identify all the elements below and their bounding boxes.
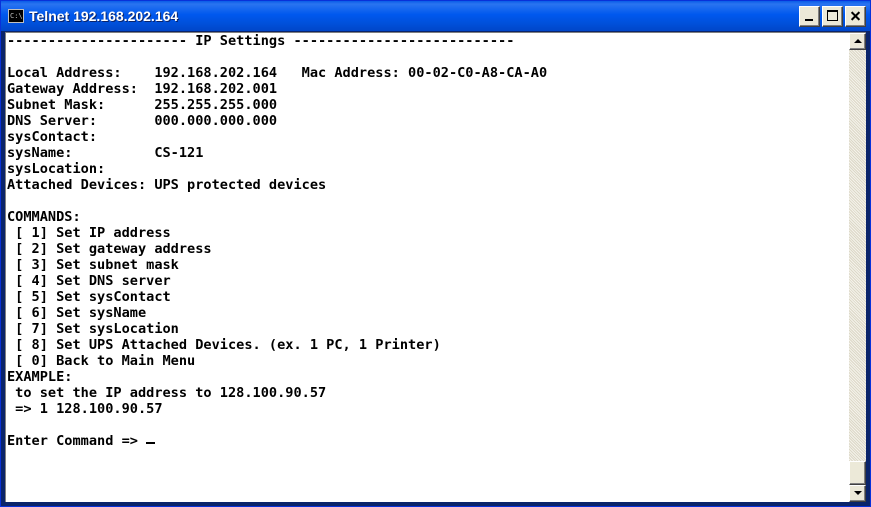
telnet-window: C:\ Telnet 192.168.202.164 -------------… <box>0 0 871 507</box>
terminal-line: Subnet Mask: 255.255.255.000 <box>7 97 278 113</box>
text-cursor <box>146 442 156 444</box>
arrow-down-icon <box>854 491 862 495</box>
close-button[interactable] <box>845 6 866 27</box>
terminal-line: to set the IP address to 128.100.90.57 <box>7 385 327 401</box>
terminal-line: => 1 128.100.90.57 <box>7 401 163 417</box>
terminal-line: sysContact: <box>7 129 98 145</box>
terminal-line: Local Address: 192.168.202.164 Mac Addre… <box>7 65 548 81</box>
terminal-line: [ 7] Set sysLocation <box>7 321 179 337</box>
minimize-icon <box>805 19 813 21</box>
minimize-button[interactable] <box>799 6 820 27</box>
terminal-line: [ 3] Set subnet mask <box>7 257 179 273</box>
terminal-line: sysName: CS-121 <box>7 145 204 161</box>
terminal-line: sysLocation: <box>7 161 106 177</box>
maximize-icon <box>827 10 838 21</box>
vertical-scrollbar[interactable] <box>849 33 866 502</box>
terminal-line: COMMANDS: <box>7 209 81 225</box>
terminal-line: Attached Devices: UPS protected devices <box>7 177 327 193</box>
scroll-down-button[interactable] <box>849 485 866 502</box>
terminal-output[interactable]: ---------------------- IP Settings -----… <box>6 33 849 502</box>
terminal-line: Gateway Address: 192.168.202.001 <box>7 81 278 97</box>
command-prompt-line[interactable]: Enter Command => <box>6 433 849 449</box>
terminal-line: EXAMPLE: <box>7 369 73 385</box>
close-icon <box>846 7 865 26</box>
console-icon[interactable]: C:\ <box>8 9 24 23</box>
caption-buttons <box>799 6 866 27</box>
terminal-line: [ 1] Set IP address <box>7 225 171 241</box>
terminal-line: [ 2] Set gateway address <box>7 241 212 257</box>
terminal-line: [ 0] Back to Main Menu <box>7 353 196 369</box>
window-title: Telnet 192.168.202.164 <box>29 8 179 24</box>
maximize-button[interactable] <box>822 6 843 27</box>
terminal-line: [ 6] Set sysName <box>7 305 147 321</box>
title-bar[interactable]: C:\ Telnet 192.168.202.164 <box>1 1 870 31</box>
scroll-up-button[interactable] <box>849 33 866 50</box>
terminal-line: [ 5] Set sysContact <box>7 289 171 305</box>
command-prompt: Enter Command => <box>7 433 147 449</box>
console-client-area: ---------------------- IP Settings -----… <box>5 32 866 502</box>
scrollbar-thumb[interactable] <box>849 461 866 485</box>
terminal-line: ---------------------- IP Settings -----… <box>7 33 515 49</box>
terminal-line: DNS Server: 000.000.000.000 <box>7 113 278 129</box>
arrow-up-icon <box>854 39 862 43</box>
terminal-line: [ 4] Set DNS server <box>7 273 171 289</box>
terminal-line: [ 8] Set UPS Attached Devices. (ex. 1 PC… <box>7 337 441 353</box>
